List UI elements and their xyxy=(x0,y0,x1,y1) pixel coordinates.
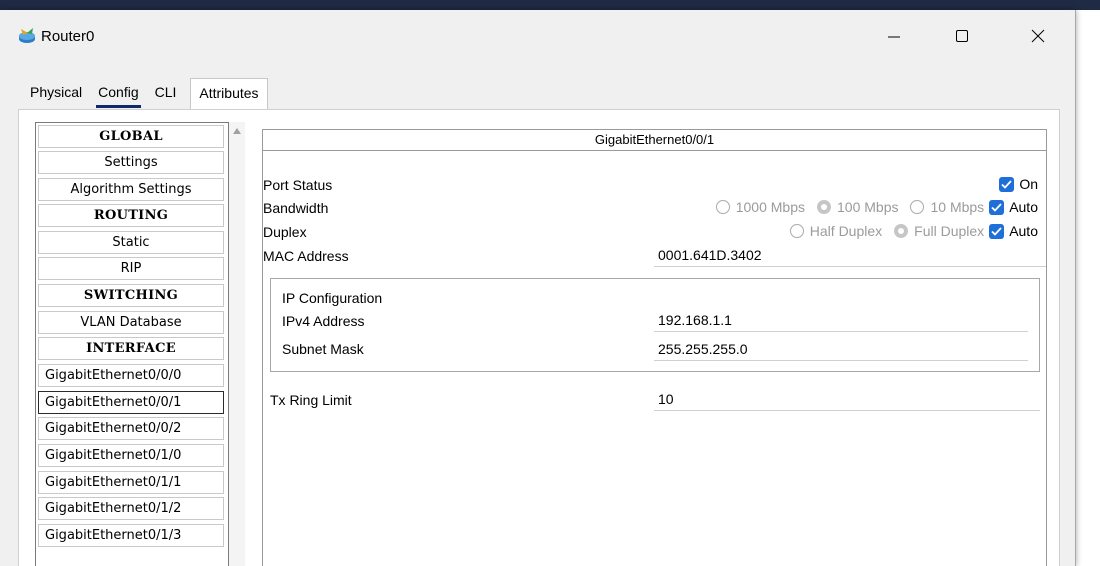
scroll-up-icon[interactable] xyxy=(233,128,241,134)
window-title: Router0 xyxy=(41,28,95,45)
config-content: GLOBAL Settings Algorithm Settings ROUTI… xyxy=(18,109,1060,566)
sidebar-item-gig0-0-0[interactable]: GigabitEthernet0/0/0 xyxy=(38,364,224,387)
subnet-mask-input[interactable] xyxy=(654,337,1028,361)
duplex-auto-label: Auto xyxy=(1009,223,1038,239)
router-window: Router0 Physical Config CLI Attributes G… xyxy=(0,10,1076,566)
port-status-label: Port Status xyxy=(263,177,333,193)
maximize-icon xyxy=(956,30,968,42)
mac-address-label: MAC Address xyxy=(263,248,349,264)
desktop: Router0 Physical Config CLI Attributes G… xyxy=(0,0,1100,566)
sidebar-item-gig0-1-2[interactable]: GigabitEthernet0/1/2 xyxy=(38,497,224,520)
sidebar-item-static[interactable]: Static xyxy=(38,231,224,254)
check-icon xyxy=(991,226,1002,236)
bandwidth-10-radio[interactable] xyxy=(910,200,925,214)
tab-config[interactable]: Config xyxy=(90,78,146,110)
bandwidth-1000-radio[interactable] xyxy=(715,200,730,214)
bandwidth-1000-label: 1000 Mbps xyxy=(735,199,805,215)
sidebar-item-vlan-database[interactable]: VLAN Database xyxy=(38,311,224,334)
sidebar-scrollbar[interactable] xyxy=(229,122,245,566)
tab-attributes[interactable]: Attributes xyxy=(190,78,268,110)
bandwidth-100-label: 100 Mbps xyxy=(837,199,899,215)
bandwidth-options: 1000 Mbps 100 Mbps 10 Mbps Auto xyxy=(704,199,1038,215)
port-on-label: On xyxy=(1019,176,1038,192)
tab-cli[interactable]: CLI xyxy=(147,78,185,110)
port-on-checkbox[interactable] xyxy=(999,176,1015,192)
sidebar-item-settings[interactable]: Settings xyxy=(38,151,224,174)
ipv4-address-label: IPv4 Address xyxy=(282,313,365,329)
sidebar-item-gig0-1-1[interactable]: GigabitEthernet0/1/1 xyxy=(38,471,224,494)
sidebar-item-algorithm-settings[interactable]: Algorithm Settings xyxy=(38,178,224,201)
sidebar-item-gig0-0-1[interactable]: GigabitEthernet0/0/1 xyxy=(38,391,224,414)
duplex-label: Duplex xyxy=(263,224,307,240)
bandwidth-auto-checkbox[interactable] xyxy=(989,199,1005,215)
duplex-half-label: Half Duplex xyxy=(809,223,883,239)
duplex-full-radio[interactable] xyxy=(894,224,909,238)
close-icon xyxy=(1031,29,1045,43)
subnet-mask-label: Subnet Mask xyxy=(282,341,364,357)
bandwidth-label: Bandwidth xyxy=(263,200,329,216)
sidebar-header-switching: SWITCHING xyxy=(38,284,224,307)
bandwidth-100-radio[interactable] xyxy=(817,200,831,214)
sidebar-header-routing: ROUTING xyxy=(38,204,224,227)
bandwidth-10-label: 10 Mbps xyxy=(930,199,985,215)
interface-panel: GigabitEthernet0/0/1 Port Status On Band… xyxy=(262,129,1047,566)
sidebar-item-gig0-0-2[interactable]: GigabitEthernet0/0/2 xyxy=(38,417,224,440)
panel-title: GigabitEthernet0/0/1 xyxy=(263,130,1046,151)
sidebar-item-gig0-1-3[interactable]: GigabitEthernet0/1/3 xyxy=(38,524,224,547)
minimize-icon xyxy=(888,36,900,38)
tx-ring-limit-label: Tx Ring Limit xyxy=(270,392,352,408)
port-status-options: On xyxy=(994,176,1038,192)
minimize-button[interactable] xyxy=(866,10,922,62)
sidebar-item-gig0-1-0[interactable]: GigabitEthernet0/1/0 xyxy=(38,444,224,467)
sidebar-header-interface: INTERFACE xyxy=(38,337,224,360)
ip-configuration-group: IP Configuration IPv4 Address Subnet Mas… xyxy=(270,278,1040,372)
duplex-auto-checkbox[interactable] xyxy=(989,223,1005,239)
router-icon xyxy=(17,27,37,45)
sidebar-header-global: GLOBAL xyxy=(38,125,224,148)
mac-address-input[interactable] xyxy=(654,243,1046,267)
ipv4-address-input[interactable] xyxy=(654,308,1028,332)
bandwidth-auto-label: Auto xyxy=(1009,199,1038,215)
title-bar[interactable]: Router0 xyxy=(0,10,1075,62)
tab-bar: Physical Config CLI Attributes xyxy=(22,78,268,110)
ip-configuration-title: IP Configuration xyxy=(282,290,383,306)
sidebar-item-rip[interactable]: RIP xyxy=(38,257,224,280)
taskbar-strip xyxy=(0,0,1100,10)
maximize-button[interactable] xyxy=(934,10,990,62)
tab-physical[interactable]: Physical xyxy=(22,78,90,110)
config-sidebar: GLOBAL Settings Algorithm Settings ROUTI… xyxy=(35,122,229,566)
close-button[interactable] xyxy=(1010,10,1066,62)
duplex-full-label: Full Duplex xyxy=(914,223,985,239)
check-icon xyxy=(1001,179,1012,189)
duplex-half-radio[interactable] xyxy=(789,224,804,238)
duplex-options: Half Duplex Full Duplex Auto xyxy=(778,223,1038,239)
check-icon xyxy=(991,202,1002,212)
tx-ring-limit-input[interactable] xyxy=(654,387,1040,411)
